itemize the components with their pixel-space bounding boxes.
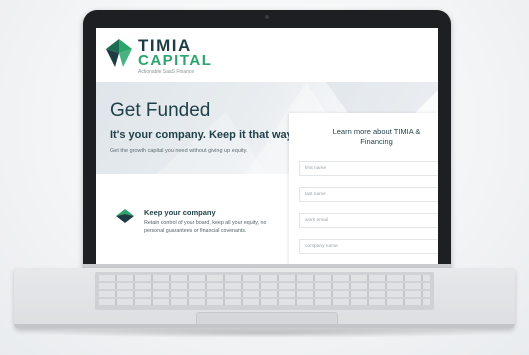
form-title-line1: Learn more about TIMIA & — [332, 127, 421, 136]
key-row — [99, 283, 430, 289]
company-name-placeholder: company name — [305, 244, 338, 249]
work-email-field[interactable]: work email — [299, 213, 438, 228]
arrow-icon — [116, 209, 134, 223]
features-section: Keep your company Retain control of your… — [96, 174, 289, 274]
form-title: Learn more about TIMIA & Financing — [289, 127, 438, 147]
key-row — [99, 299, 430, 305]
keyboard — [95, 272, 434, 310]
site-header: TIMIA CAPITAL Actionable SaaS Finance — [96, 28, 438, 82]
key-row — [99, 275, 430, 281]
logo-wordmark-capital: CAPITAL — [138, 52, 213, 69]
hero-description: Get the growth capital you need without … — [110, 148, 248, 154]
laptop-screen: TIMIA CAPITAL Actionable SaaS Finance Ge… — [96, 28, 438, 274]
logo-tagline: Actionable SaaS Finance — [138, 69, 195, 75]
lead-form: Learn more about TIMIA & Financing first… — [289, 113, 438, 274]
key-row — [99, 291, 430, 297]
last-name-placeholder: last name — [305, 192, 326, 197]
laptop-lid: TIMIA CAPITAL Actionable SaaS Finance Ge… — [83, 10, 451, 278]
page-title: Get Funded — [110, 100, 211, 121]
webcam — [265, 15, 269, 19]
company-name-field[interactable]: company name — [299, 239, 438, 254]
form-title-line2: Financing — [360, 137, 393, 146]
laptop-base-front — [14, 324, 515, 328]
last-name-field[interactable]: last name — [299, 187, 438, 202]
work-email-placeholder: work email — [305, 218, 328, 223]
feature-description: Retain control of your board, keep all y… — [144, 220, 267, 234]
first-name-placeholder: first name — [305, 166, 327, 171]
first-name-field[interactable]: first name — [299, 161, 438, 176]
hero-subtitle: It's your company. Keep it that way. — [110, 129, 295, 141]
laptop-shadow — [30, 328, 500, 338]
timia-logo-icon[interactable] — [106, 39, 132, 67]
feature-title: Keep your company — [144, 208, 216, 217]
